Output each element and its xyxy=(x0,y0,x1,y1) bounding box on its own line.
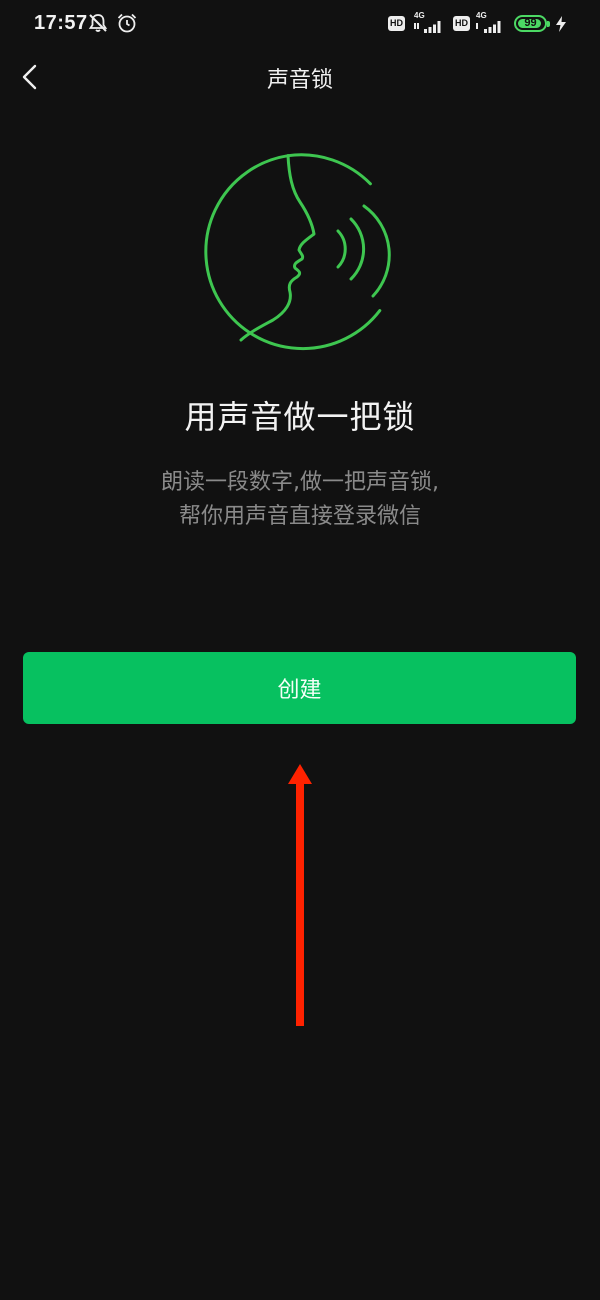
battery-icon: 99 xyxy=(514,15,550,32)
page-title: 声音锁 xyxy=(266,68,333,93)
hd-badge-2: HD xyxy=(453,16,470,31)
nav-header: 声音锁 xyxy=(0,52,600,102)
alarm-icon xyxy=(117,13,137,33)
create-button[interactable]: 创建 xyxy=(23,652,576,724)
description-line-1: 朗读一段数字,做一把声音锁, xyxy=(161,470,439,495)
signal-icon-2 xyxy=(476,21,501,33)
network-type-2: 4G xyxy=(476,11,487,20)
status-bar: 17:57 HD 4G HD 4G 99 xyxy=(0,0,600,50)
arrow-up-icon xyxy=(288,764,312,1026)
status-time: 17:57 xyxy=(34,12,88,34)
charging-icon xyxy=(556,16,566,32)
battery-level: 99 xyxy=(524,17,537,29)
voice-face-icon xyxy=(204,153,391,351)
network-type-1: 4G xyxy=(414,11,425,20)
hd-badge-1: HD xyxy=(388,16,405,31)
description: 朗读一段数字,做一把声音锁, 帮你用声音直接登录微信 xyxy=(0,466,600,534)
description-line-2: 帮你用声音直接登录微信 xyxy=(178,504,421,529)
notification-muted-icon xyxy=(88,14,108,32)
headline: 用声音做一把锁 xyxy=(184,398,416,436)
signal-icon xyxy=(414,21,441,33)
